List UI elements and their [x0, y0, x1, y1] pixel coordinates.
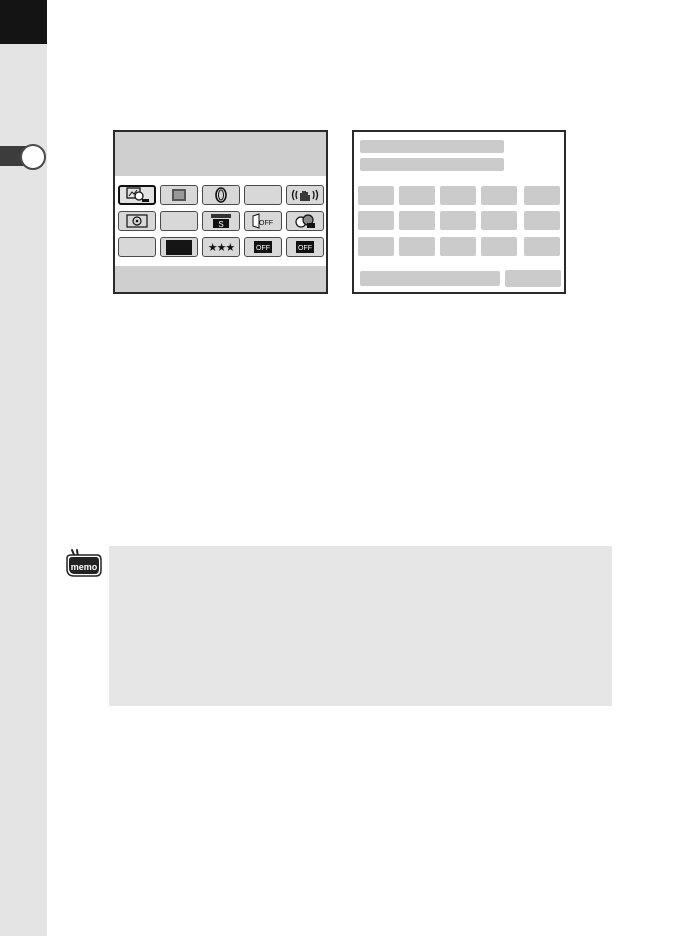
- info-tile: [358, 237, 394, 256]
- noise-off-label-1: OFF: [256, 245, 270, 252]
- quality-stars-label: ★★★: [207, 241, 236, 254]
- info-footer-button: [505, 270, 561, 287]
- info-tile: [399, 211, 435, 230]
- blank-setting-cell[interactable]: [118, 237, 156, 257]
- noise-off-icon[interactable]: OFF: [244, 237, 282, 257]
- info-tile: [358, 211, 394, 230]
- info-tile: [440, 237, 476, 256]
- metering-icon[interactable]: [118, 211, 156, 231]
- memo-icon-text: memo: [71, 562, 98, 572]
- memo-box: [109, 546, 612, 706]
- info-tile: [481, 237, 517, 256]
- scene-mode-icon[interactable]: [118, 185, 156, 205]
- info-tile: [440, 211, 476, 230]
- info-tile: [399, 237, 435, 256]
- dr-off-label: OFF: [259, 220, 273, 227]
- info-tile: [524, 211, 560, 230]
- info-tile: [481, 186, 517, 205]
- drive-mode-icon[interactable]: S: [202, 211, 240, 231]
- memo-icon: memo: [64, 548, 104, 580]
- shake-reduction-icon[interactable]: [286, 185, 324, 205]
- dr-off-icon[interactable]: OFF: [244, 211, 282, 231]
- blank-setting-cell[interactable]: [160, 211, 198, 231]
- chapter-top-block: [0, 0, 47, 44]
- info-tile: [440, 186, 476, 205]
- noise-off-label-2: OFF: [298, 245, 312, 252]
- noise-off-icon[interactable]: OFF: [286, 237, 324, 257]
- lens-ring-icon[interactable]: [202, 185, 240, 205]
- info-subtitle-bar: [360, 158, 504, 171]
- quality-stars-icon[interactable]: ★★★: [202, 237, 240, 257]
- black-swatch-cell[interactable]: [160, 237, 198, 257]
- chapter-side-strip: [0, 0, 47, 936]
- panel-header: [115, 132, 326, 176]
- panel-footer: [115, 266, 326, 292]
- drive-mode-label: S: [218, 220, 223, 229]
- blank-setting-cell[interactable]: [244, 185, 282, 205]
- info-display-screen: [352, 130, 566, 294]
- control-panel-screen: S OFF ★★★ OFF OFF: [113, 130, 328, 294]
- info-title-bar: [360, 140, 504, 153]
- info-tile: [399, 186, 435, 205]
- info-tile: [481, 211, 517, 230]
- chapter-tab-circle: [20, 144, 46, 170]
- black-swatch-icon: [166, 239, 192, 255]
- film-strip-icon[interactable]: [160, 185, 198, 205]
- info-footer-bar: [360, 271, 500, 286]
- info-tile: [524, 186, 560, 205]
- info-tile: [524, 237, 560, 256]
- hdr-icon[interactable]: [286, 211, 324, 231]
- info-tile: [358, 186, 394, 205]
